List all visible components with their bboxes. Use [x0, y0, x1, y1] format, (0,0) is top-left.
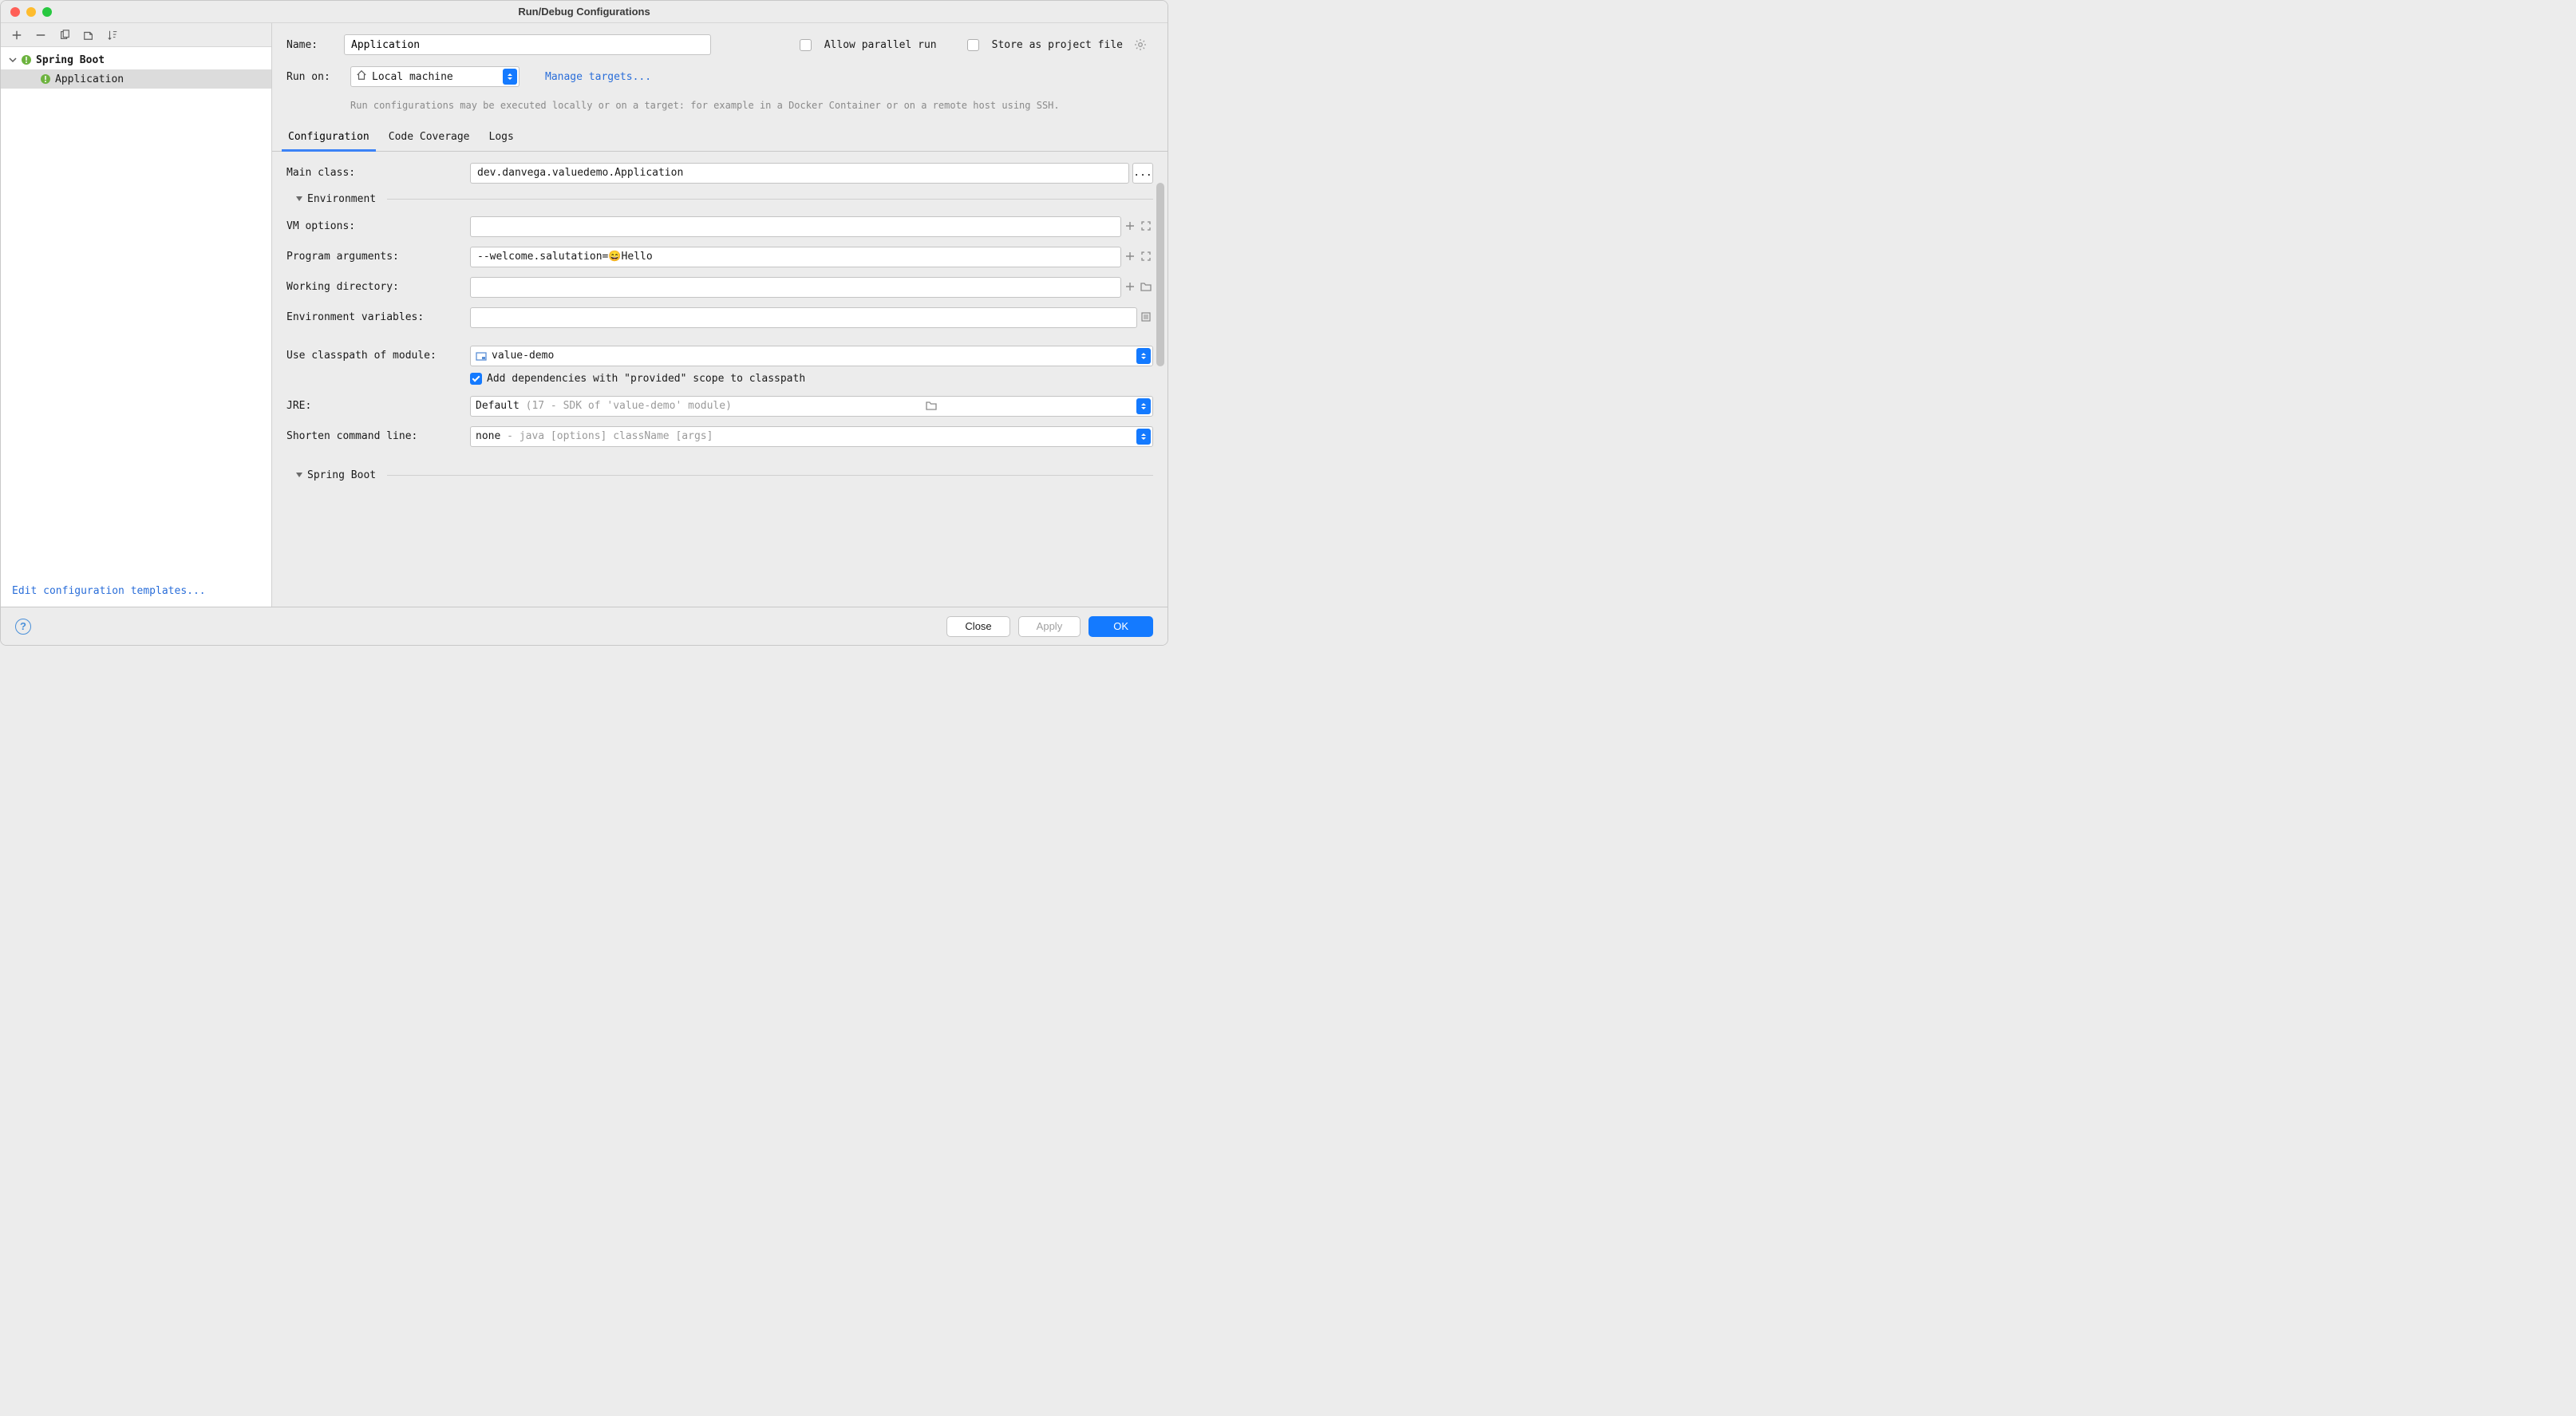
scrollbar[interactable]	[1156, 183, 1164, 366]
working-dir-label: Working directory:	[286, 281, 470, 293]
expand-icon[interactable]	[1140, 251, 1153, 263]
run-on-select[interactable]: Local machine	[350, 66, 520, 87]
tree-label: Spring Boot	[36, 54, 105, 66]
shorten-select[interactable]: none - java [options] className [args]	[470, 426, 1153, 447]
manage-targets-link[interactable]: Manage targets...	[545, 71, 651, 83]
run-on-value: Local machine	[372, 71, 453, 83]
name-input[interactable]	[344, 34, 711, 55]
classpath-label: Use classpath of module:	[286, 350, 470, 362]
remove-config-icon[interactable]	[34, 29, 47, 42]
run-on-hint: Run configurations may be executed local…	[350, 98, 1147, 113]
sidebar-footer: Edit configuration templates...	[1, 575, 271, 607]
select-caret-icon	[1136, 429, 1151, 445]
window-title: Run/Debug Configurations	[1, 6, 1167, 18]
window-maximize-button[interactable]	[42, 7, 52, 17]
gear-icon[interactable]	[1134, 38, 1147, 51]
allow-parallel-label: Allow parallel run	[824, 39, 937, 51]
classpath-value: value-demo	[492, 350, 554, 362]
dialog-footer: ? Close Apply OK	[1, 607, 1167, 645]
dialog-window: Run/Debug Configurations Spring Boot	[0, 0, 1168, 646]
plus-icon[interactable]	[1124, 281, 1137, 294]
tree-node-spring-boot[interactable]: Spring Boot	[1, 50, 271, 69]
tab-logs[interactable]: Logs	[488, 125, 516, 151]
help-icon[interactable]: ?	[15, 619, 31, 635]
store-as-project-checkbox[interactable]	[967, 39, 979, 51]
expand-icon[interactable]	[1140, 220, 1153, 233]
store-as-project-label: Store as project file	[992, 39, 1123, 51]
config-tree[interactable]: Spring Boot Application	[1, 47, 271, 575]
select-caret-icon	[503, 69, 517, 85]
main-class-label: Main class:	[286, 167, 470, 179]
home-icon	[356, 69, 367, 84]
name-label: Name:	[286, 39, 336, 51]
select-caret-icon	[1136, 398, 1151, 414]
save-config-icon[interactable]	[82, 29, 95, 42]
tree-node-application[interactable]: Application	[1, 69, 271, 89]
configurations-sidebar: Spring Boot Application Edit configurati…	[1, 23, 272, 607]
plus-icon[interactable]	[1124, 220, 1137, 233]
sort-config-icon[interactable]	[106, 29, 119, 42]
chevron-down-icon	[296, 196, 302, 201]
window-minimize-button[interactable]	[26, 7, 36, 17]
ok-button[interactable]: OK	[1088, 616, 1153, 637]
chevron-down-icon	[7, 54, 18, 65]
run-on-label: Run on:	[286, 71, 342, 83]
vm-options-input[interactable]	[470, 216, 1121, 237]
chevron-down-icon	[296, 473, 302, 477]
program-args-input[interactable]: --welcome.salutation=😄Hello	[470, 247, 1121, 267]
titlebar: Run/Debug Configurations	[1, 1, 1167, 23]
module-icon	[476, 350, 487, 362]
add-config-icon[interactable]	[10, 29, 23, 42]
tab-configuration[interactable]: Configuration	[286, 125, 371, 151]
select-caret-icon	[1136, 348, 1151, 364]
shorten-label: Shorten command line:	[286, 430, 470, 442]
browse-main-class-button[interactable]: ...	[1132, 163, 1153, 184]
traffic-lights	[1, 7, 52, 17]
folder-icon[interactable]	[926, 400, 938, 413]
working-dir-input[interactable]	[470, 277, 1121, 298]
apply-button[interactable]: Apply	[1018, 616, 1081, 637]
copy-config-icon[interactable]	[58, 29, 71, 42]
plus-icon[interactable]	[1124, 251, 1137, 263]
tabs: Configuration Code Coverage Logs	[272, 125, 1167, 152]
include-provided-label: Add dependencies with "provided" scope t…	[487, 373, 805, 385]
classpath-select[interactable]: value-demo	[470, 346, 1153, 366]
allow-parallel-checkbox[interactable]	[800, 39, 812, 51]
spring-boot-icon	[20, 53, 33, 66]
list-icon[interactable]	[1140, 311, 1153, 324]
close-button[interactable]: Close	[946, 616, 1009, 637]
spring-boot-icon	[39, 73, 52, 85]
env-vars-input[interactable]	[470, 307, 1137, 328]
spring-boot-section-header[interactable]: Spring Boot	[296, 469, 1153, 481]
environment-section-header[interactable]: Environment	[296, 193, 1153, 205]
program-args-label: Program arguments:	[286, 251, 470, 263]
env-vars-label: Environment variables:	[286, 311, 470, 323]
sidebar-toolbar	[1, 23, 271, 47]
vm-options-label: VM options:	[286, 220, 470, 232]
config-body[interactable]: Main class: dev.danvega.valuedemo.Applic…	[272, 152, 1167, 607]
jre-label: JRE:	[286, 400, 470, 412]
jre-select[interactable]: Default (17 - SDK of 'value-demo' module…	[470, 396, 1153, 417]
folder-icon[interactable]	[1140, 281, 1153, 294]
tab-code-coverage[interactable]: Code Coverage	[387, 125, 472, 151]
edit-templates-link[interactable]: Edit configuration templates...	[12, 585, 206, 597]
config-editor: Name: Allow parallel run Store as projec…	[272, 23, 1167, 607]
main-class-input[interactable]: dev.danvega.valuedemo.Application	[470, 163, 1129, 184]
window-close-button[interactable]	[10, 7, 20, 17]
include-provided-checkbox[interactable]	[470, 373, 482, 385]
tree-label: Application	[55, 73, 124, 85]
